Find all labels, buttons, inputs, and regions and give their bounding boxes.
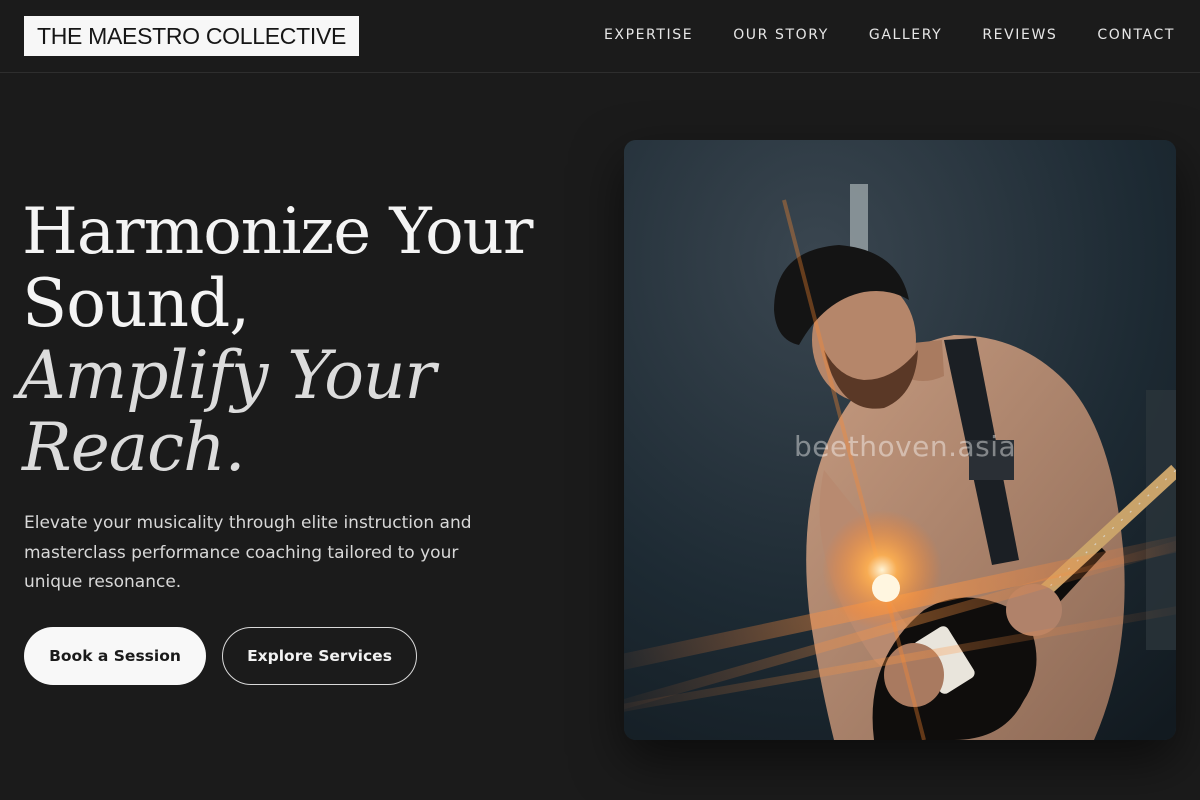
nav-item-reviews[interactable]: REVIEWS — [982, 26, 1057, 44]
nav-item-expertise[interactable]: EXPERTISE — [604, 26, 693, 44]
headline-line-2: Sound, — [22, 265, 250, 342]
main-nav: EXPERTISE OUR STORY GALLERY REVIEWS CONT… — [604, 26, 1175, 44]
site-header: THE MAESTRO COLLECTIVE EXPERTISE OUR STO… — [0, 0, 1200, 73]
nav-item-our-story[interactable]: OUR STORY — [733, 26, 829, 44]
image-watermark: beethoven.asia — [794, 430, 1017, 463]
headline-line-3: Amplify Your — [18, 337, 436, 414]
headline-line-1: Harmonize Your — [22, 195, 533, 269]
brand-logo[interactable]: THE MAESTRO COLLECTIVE — [24, 16, 359, 56]
nav-item-contact[interactable]: CONTACT — [1097, 26, 1175, 44]
hero-image: beethoven.asia — [624, 140, 1176, 740]
explore-services-button[interactable]: Explore Services — [222, 627, 417, 685]
headline-line-4: Reach. — [22, 409, 246, 486]
hero-subtitle: Elevate your musicality through elite in… — [24, 513, 472, 592]
hero-headline: Harmonize Your Sound, Amplify Your Reach… — [18, 195, 602, 486]
nav-item-gallery[interactable]: GALLERY — [869, 26, 942, 44]
book-session-button[interactable]: Book a Session — [24, 627, 206, 685]
